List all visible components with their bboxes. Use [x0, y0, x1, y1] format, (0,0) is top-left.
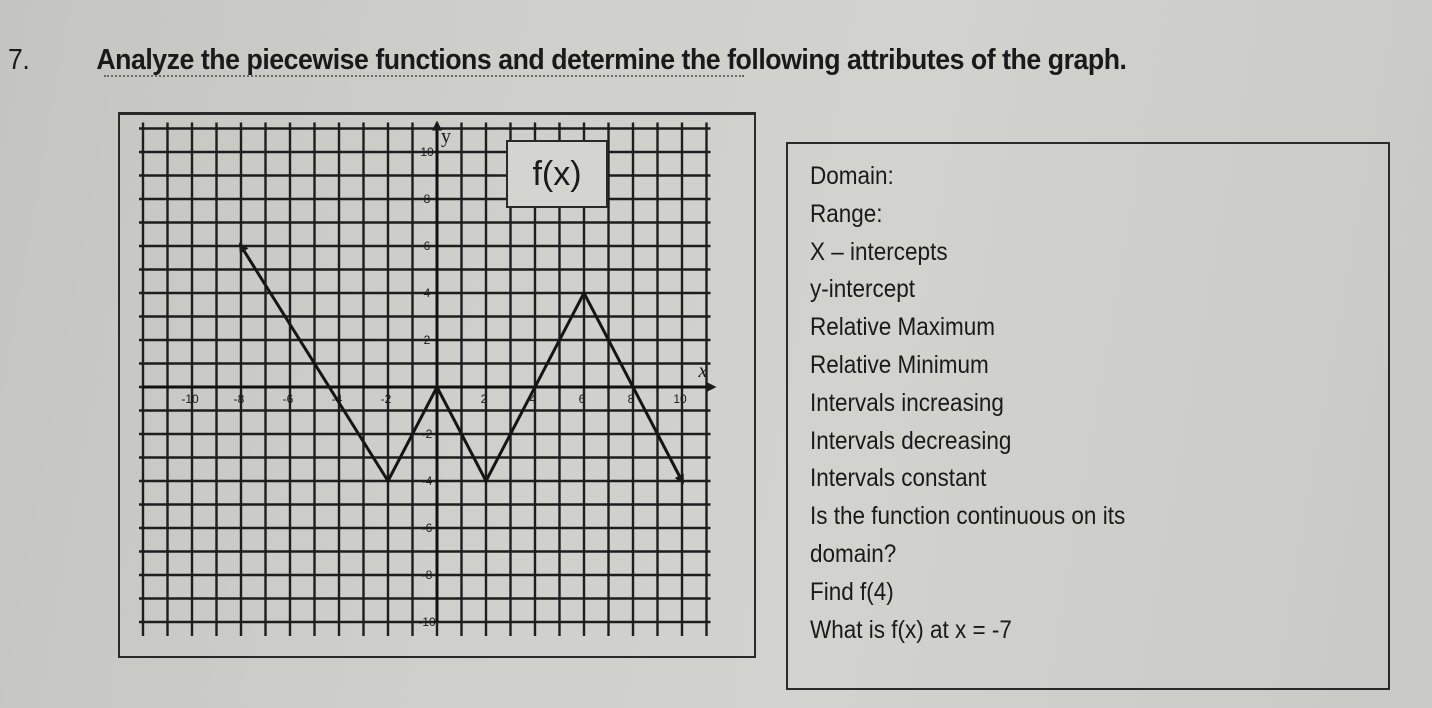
y-tick-label: 4 — [424, 286, 431, 300]
answer-prompt: Intervals constant — [810, 464, 987, 493]
x-axis-label: x — [698, 360, 708, 382]
y-tick-label: 2 — [424, 333, 431, 347]
y-tick-label: -2 — [422, 427, 433, 441]
answer-prompt: X – intercepts — [810, 237, 948, 266]
y-tick-label: 8 — [424, 192, 431, 206]
y-tick-label: -8 — [422, 568, 433, 582]
answer-prompt: Range: — [810, 199, 883, 228]
answer-prompt: Relative Minimum — [810, 350, 989, 379]
answer-prompt: Intervals increasing — [810, 388, 1004, 417]
x-tick-label: 10 — [673, 392, 687, 406]
question-heading: 7. Analyze the piecewise functions and de… — [8, 44, 1127, 77]
y-tick-label: 10 — [420, 145, 434, 159]
y-axis-label: y — [441, 126, 451, 148]
answers-list: Domain: Range: X – intercepts y-intercept Re… — [810, 158, 1160, 649]
answer-prompt: Relative Maximum — [810, 313, 996, 342]
answer-prompt: Intervals decreasing — [810, 426, 1012, 455]
answer-prompt: y-intercept — [810, 275, 916, 304]
function-label-box: f(x) — [506, 140, 608, 208]
answer-prompt: Domain: — [810, 162, 894, 190]
question-text: Analyze the piecewise functions and dete… — [96, 44, 1127, 76]
y-tick-label: -10 — [418, 615, 436, 629]
y-tick-label: 6 — [424, 239, 431, 253]
x-tick-label: 6 — [579, 392, 586, 406]
x-tick-label: 8 — [628, 392, 635, 406]
x-tick-label: -10 — [181, 392, 199, 406]
y-tick-label: -4 — [422, 474, 433, 488]
x-tick-label: -6 — [283, 392, 294, 406]
y-tick-label: -6 — [422, 521, 433, 535]
answer-prompt: domain? — [810, 539, 897, 568]
function-label: f(x) — [532, 154, 582, 193]
x-tick-label: 2 — [481, 392, 488, 406]
question-underline — [104, 75, 744, 77]
answers-box: Domain: Range: X – intercepts y-intercept Re… — [786, 142, 1390, 690]
answer-prompt: Find f(4) — [810, 577, 894, 606]
x-tick-label: -8 — [234, 392, 245, 406]
answer-prompt: What is f(x) at x = -7 — [810, 615, 1012, 644]
answer-prompt: Is the function continuous on its — [810, 502, 1126, 531]
question-number: 7. — [8, 44, 30, 76]
x-tick-label: -2 — [381, 392, 392, 406]
